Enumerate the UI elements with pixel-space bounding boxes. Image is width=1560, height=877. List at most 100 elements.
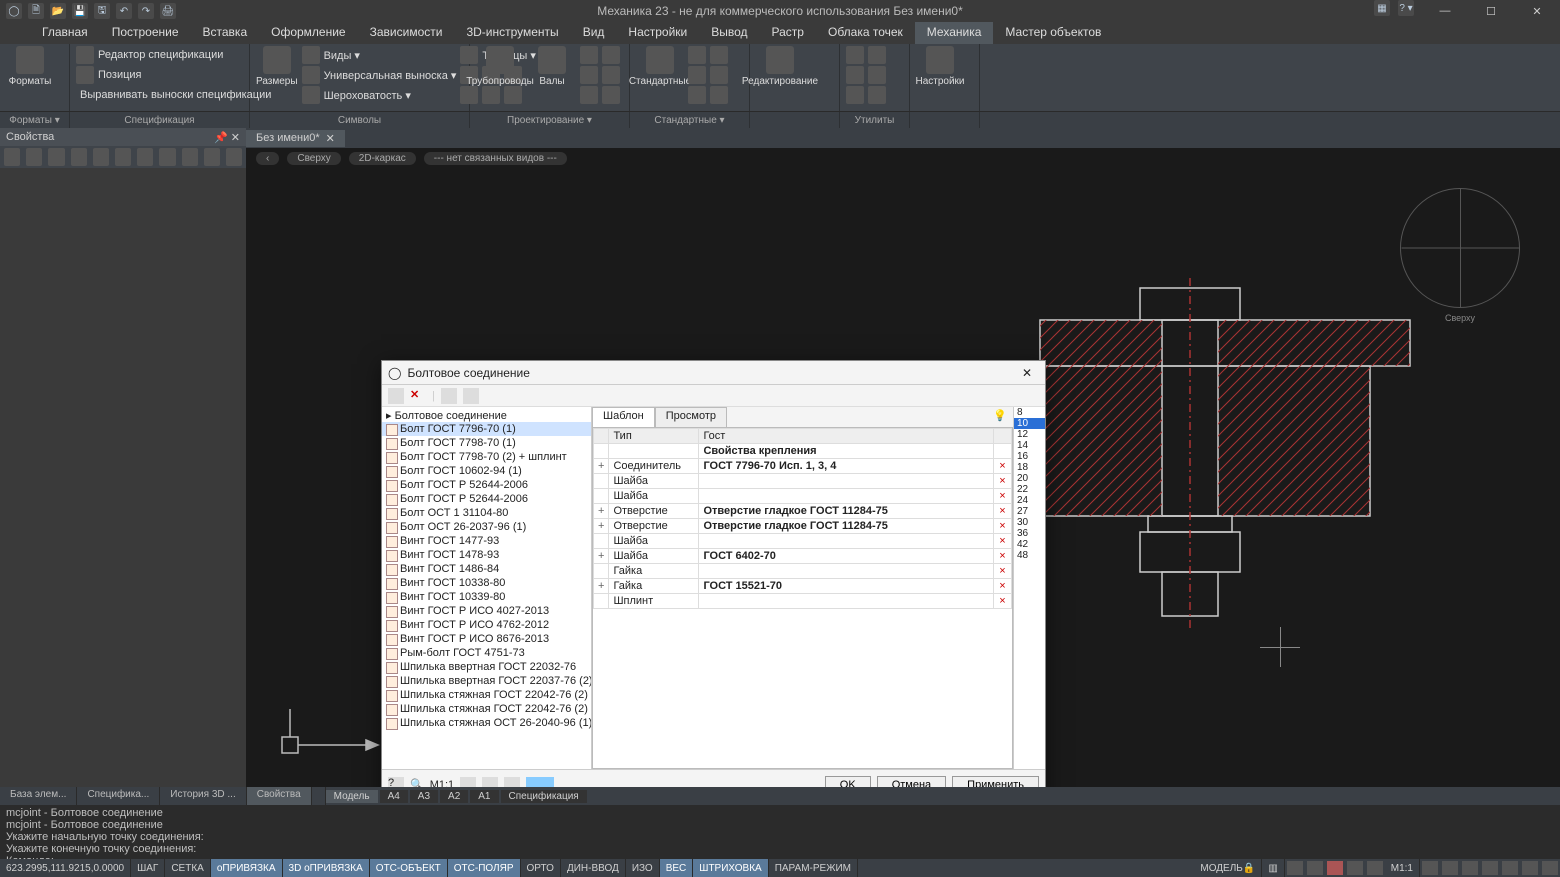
ribbon-tab[interactable]: Главная [30, 22, 100, 44]
util-btn-3[interactable] [846, 66, 864, 84]
type-cell[interactable]: Шплинт [609, 594, 699, 609]
layout-tab[interactable]: A2 [440, 790, 468, 803]
status-zoom-icon[interactable] [1462, 861, 1478, 875]
row-delete-icon[interactable]: × [994, 459, 1012, 474]
std-btn-5[interactable] [688, 86, 706, 104]
std-btn-3[interactable] [688, 66, 706, 84]
maximize-button[interactable]: ☐ [1468, 0, 1514, 22]
status-icon-3[interactable] [1327, 861, 1343, 875]
document-tab[interactable]: Без имени0* ✕ [246, 130, 345, 147]
layout-tab[interactable]: A1 [470, 790, 498, 803]
size-list[interactable]: 810121416182022242730364248 [1013, 407, 1045, 769]
status-layer-icon[interactable]: ▥ [1262, 859, 1284, 877]
viewport-nav-left[interactable]: ‹ [256, 152, 279, 165]
ribbon-tab[interactable]: Мастер объектов [993, 22, 1113, 44]
viewport-pill[interactable]: Сверху [287, 152, 340, 165]
ribbon-tab[interactable]: Механика [915, 22, 994, 44]
ribbon-tab[interactable]: Вывод [699, 22, 759, 44]
col-gost[interactable]: Гост [699, 429, 994, 444]
prop-tool-2[interactable] [26, 148, 42, 166]
settings-button[interactable]: Настройки [916, 46, 964, 87]
prop-tool-9[interactable] [182, 148, 198, 166]
gost-cell[interactable]: Отверстие гладкое ГОСТ 11284-75 [699, 519, 994, 534]
status-toggle[interactable]: ИЗО [626, 859, 660, 877]
grid-row[interactable]: Шплинт × [594, 594, 1012, 609]
tree-item[interactable]: Шпилька стяжная ГОСТ 22042-76 (2) [382, 702, 591, 716]
expand-cell[interactable] [594, 534, 609, 549]
row-delete-icon[interactable]: × [994, 534, 1012, 549]
std-btn-1[interactable] [688, 46, 706, 64]
proj-btn-2[interactable] [602, 46, 620, 64]
gost-cell[interactable]: ГОСТ 6402-70 [699, 549, 994, 564]
dlg-help-icon[interactable]: ? [388, 777, 404, 788]
workspace-switcher-icon[interactable]: ▦ [1374, 0, 1390, 16]
gost-cell[interactable]: ГОСТ 7796-70 Исп. 1, 3, 4 [699, 459, 994, 474]
dialog-tab[interactable]: Просмотр [655, 407, 727, 427]
tree-item[interactable]: Болт ГОСТ 10602-94 (1) [382, 464, 591, 478]
dialog-grid[interactable]: Тип Гост Свойства крепления+СоединительГ… [592, 427, 1013, 769]
tree-root-item[interactable]: ▸ Болтовое соединение [382, 409, 591, 422]
tree-item[interactable]: Винт ГОСТ Р ИСО 4762-2012 [382, 618, 591, 632]
std-btn-2[interactable] [710, 46, 728, 64]
dlg-zoom-icon[interactable]: 🔍 [410, 778, 424, 787]
size-option[interactable]: 18 [1014, 462, 1045, 473]
ribbon-tab[interactable]: Настройки [616, 22, 699, 44]
dlg-tool-new-icon[interactable] [388, 388, 404, 404]
tree-item[interactable]: Болт ГОСТ Р 52644-2006 [382, 478, 591, 492]
formats-button[interactable]: Форматы [6, 46, 54, 87]
grid-row[interactable]: +ГайкаГОСТ 15521-70× [594, 579, 1012, 594]
std-btn-4[interactable] [710, 66, 728, 84]
prop-tool-7[interactable] [137, 148, 153, 166]
type-cell[interactable]: Шайба [609, 474, 699, 489]
bottom-panel-tab[interactable]: История 3D ... [160, 787, 246, 805]
util-btn-4[interactable] [868, 66, 886, 84]
status-icon-2[interactable] [1307, 861, 1323, 875]
grid-row[interactable]: +СоединительГОСТ 7796-70 Исп. 1, 3, 4× [594, 459, 1012, 474]
type-cell[interactable]: Шайба [609, 534, 699, 549]
status-orbit-icon[interactable] [1442, 861, 1458, 875]
status-toggle[interactable]: СЕТКА [165, 859, 211, 877]
dlg-tool-delete-icon[interactable]: ✕ [410, 388, 426, 404]
proj-btn-6[interactable] [602, 86, 620, 104]
tree-item[interactable]: Винт ГОСТ Р ИСО 8676-2013 [382, 632, 591, 646]
dialog-tree[interactable]: ▸ Болтовое соединение Болт ГОСТ 7796-70 … [382, 407, 592, 769]
row-delete-icon[interactable]: × [994, 519, 1012, 534]
ribbon-tab[interactable]: Растр [760, 22, 816, 44]
prop-tool-10[interactable] [204, 148, 220, 166]
close-button[interactable]: ✕ [1514, 0, 1560, 22]
tree-item[interactable]: Болт ГОСТ 7798-70 (1) [382, 436, 591, 450]
size-option[interactable]: 27 [1014, 506, 1045, 517]
dlg-tool-collapse-icon[interactable] [463, 388, 479, 404]
size-option[interactable]: 12 [1014, 429, 1045, 440]
pipelines-button[interactable]: Трубопроводы [476, 46, 524, 104]
grid-row[interactable]: Свойства крепления [594, 444, 1012, 459]
grid-row[interactable]: Шайба× [594, 474, 1012, 489]
gost-cell[interactable] [699, 534, 994, 549]
row-delete-icon[interactable]: × [994, 594, 1012, 609]
ribbon-tab[interactable]: Оформление [259, 22, 357, 44]
status-clean-icon[interactable] [1542, 861, 1558, 875]
status-icon-1[interactable] [1287, 861, 1303, 875]
universal-leader-dropdown[interactable]: Универсальная выноска ▾ [302, 66, 457, 84]
expand-cell[interactable]: + [594, 504, 609, 519]
status-model-label[interactable]: МОДЕЛЬ 🔒 [1194, 859, 1262, 877]
qat-undo-icon[interactable]: ↶ [116, 3, 132, 19]
grid-row[interactable]: +ОтверстиеОтверстие гладкое ГОСТ 11284-7… [594, 519, 1012, 534]
status-toggle[interactable]: ДИН-ВВОД [561, 859, 626, 877]
dlg-tool-expand-icon[interactable] [441, 388, 457, 404]
grid-row[interactable]: Шайба× [594, 489, 1012, 504]
tree-item[interactable]: Винт ГОСТ 1478-93 [382, 548, 591, 562]
type-cell[interactable]: Шайба [609, 549, 699, 564]
col-type[interactable]: Тип [609, 429, 699, 444]
bottom-panel-tab[interactable]: База элем... [0, 787, 77, 805]
gost-cell[interactable] [699, 594, 994, 609]
qat-save-icon[interactable]: 💾 [72, 3, 88, 19]
tree-item[interactable]: Шпилька ввертная ГОСТ 22032-76 [382, 660, 591, 674]
status-pan-icon[interactable] [1422, 861, 1438, 875]
gost-cell[interactable]: Отверстие гладкое ГОСТ 11284-75 [699, 504, 994, 519]
bottom-panel-tab[interactable]: Специфика... [77, 787, 160, 805]
standard-button[interactable]: Стандартные [636, 46, 684, 104]
type-cell[interactable]: Гайка [609, 579, 699, 594]
row-delete-icon[interactable]: × [994, 564, 1012, 579]
expand-cell[interactable] [594, 444, 609, 459]
